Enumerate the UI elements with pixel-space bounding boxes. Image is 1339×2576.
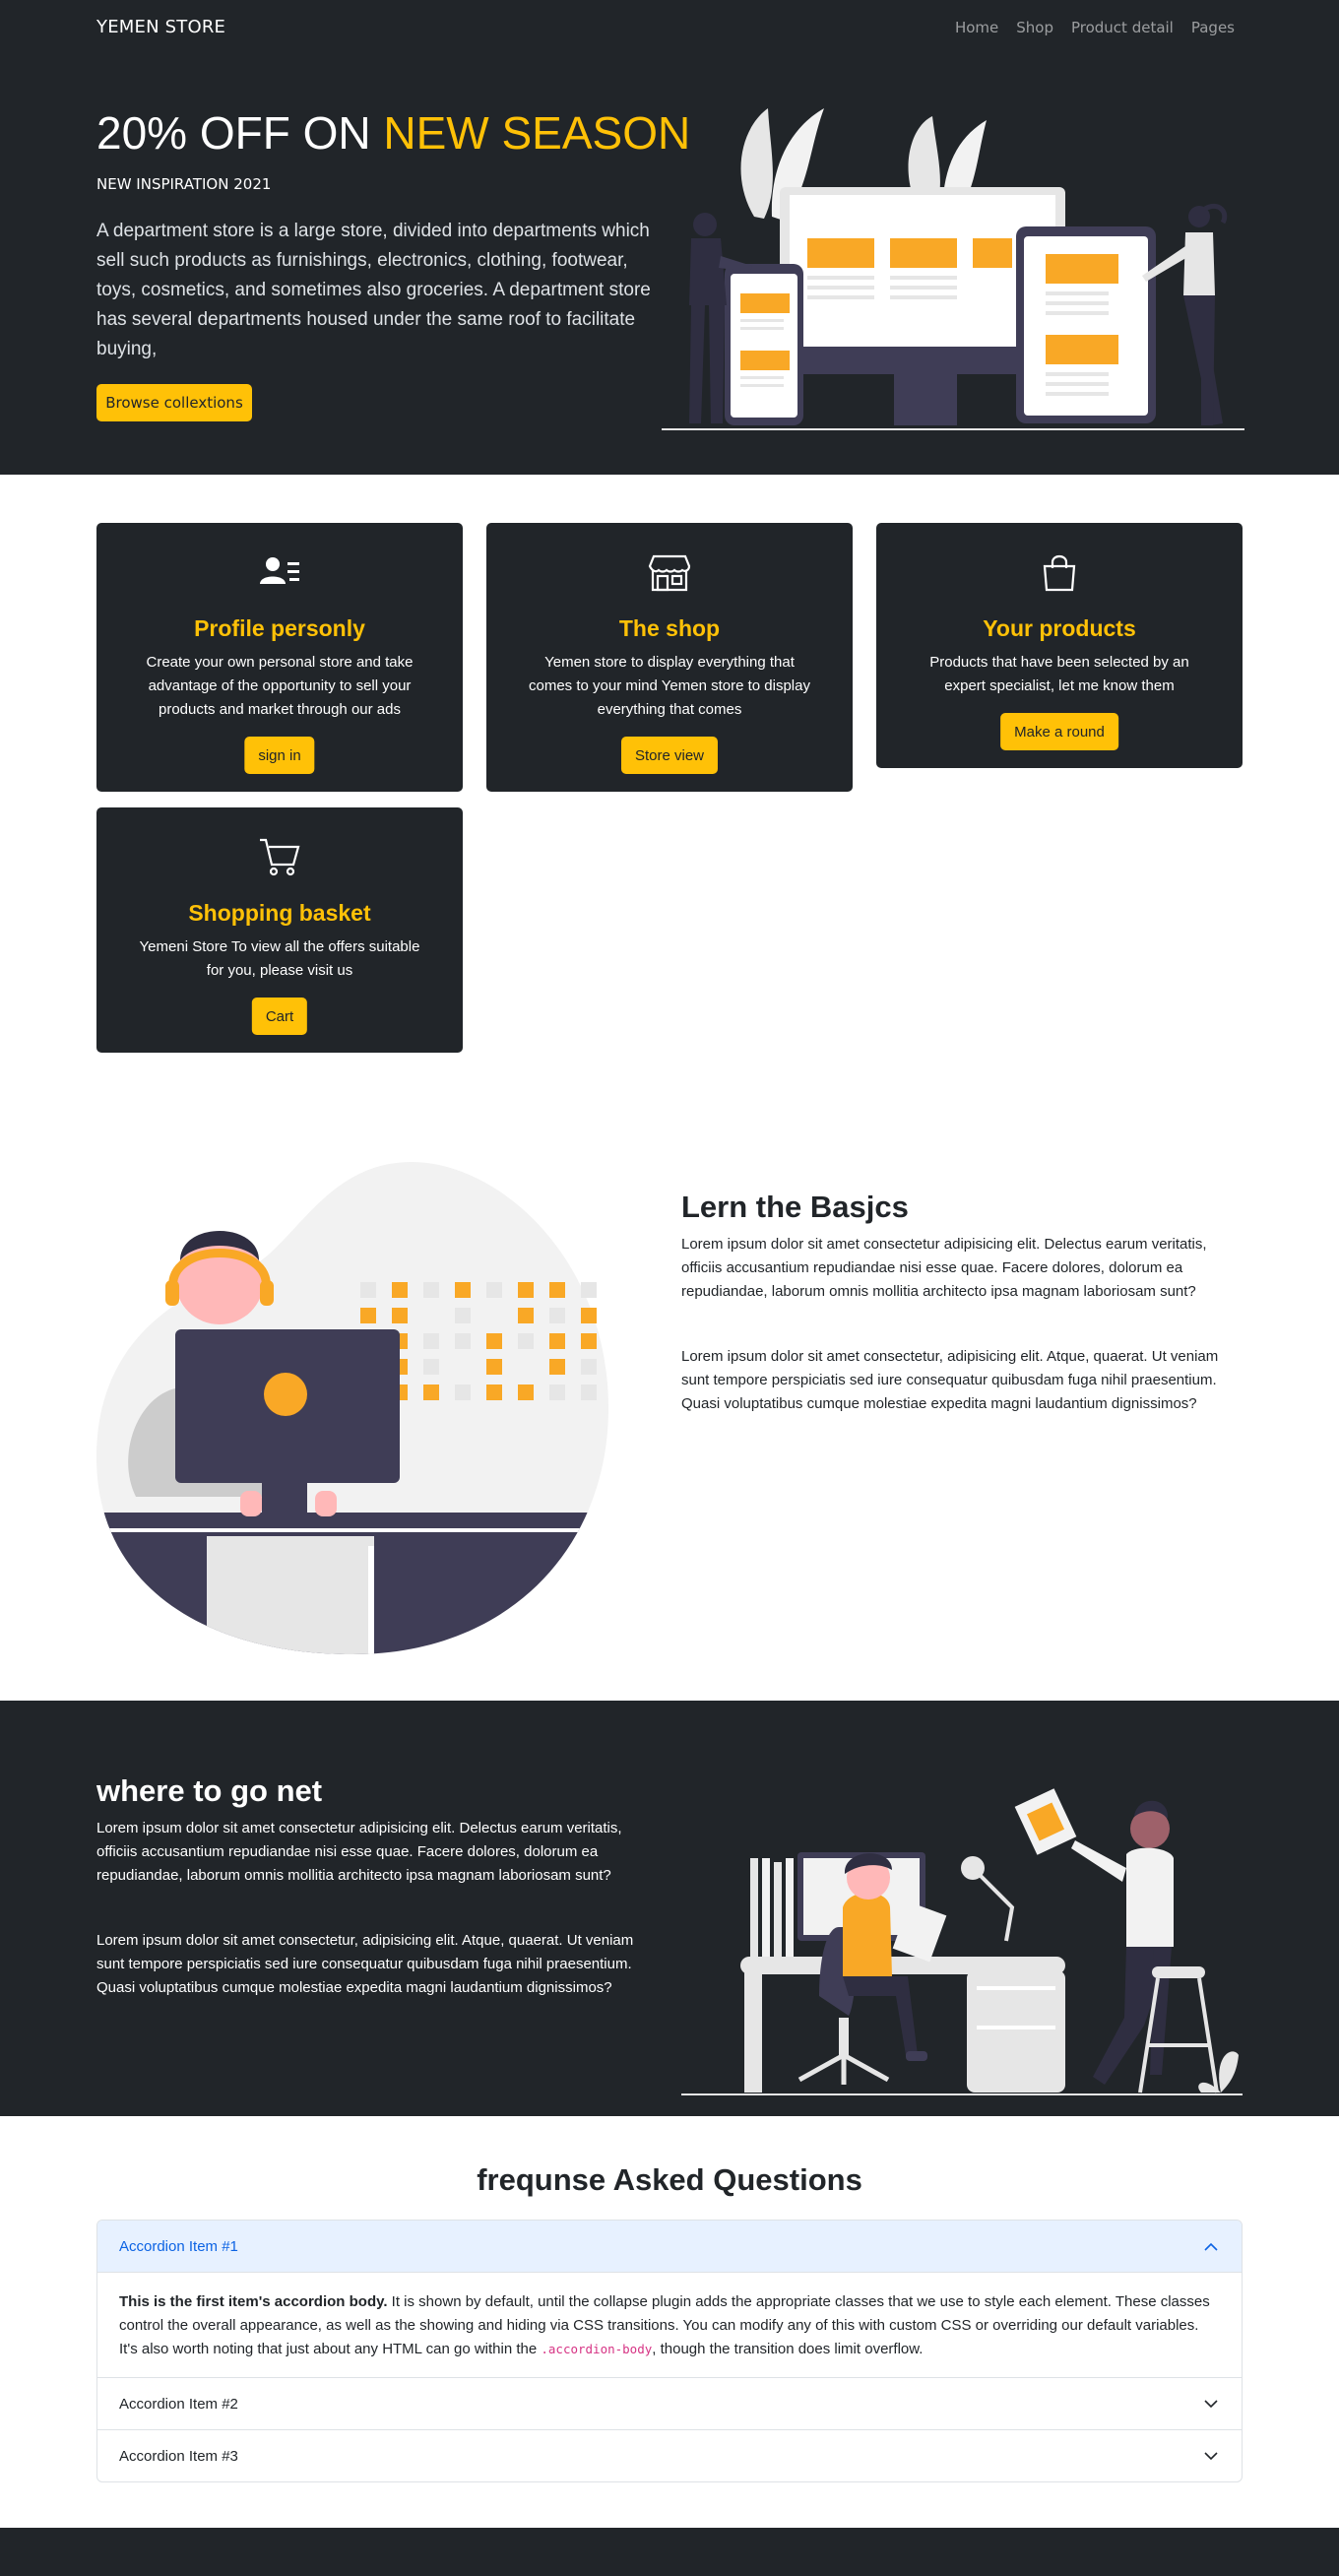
- browse-collections-button[interactable]: Browse collextions: [96, 384, 252, 421]
- card-title: Profile personly: [194, 615, 365, 641]
- accordion-item-2-header[interactable]: Accordion Item #2: [97, 2377, 1242, 2429]
- where-paragraph-2: Lorem ipsum dolor sit amet consectetur, …: [96, 1932, 634, 1996]
- card-profile: Profile personly Create your own persona…: [96, 523, 463, 792]
- hero-subtitle: NEW INSPIRATION 2021: [96, 175, 272, 193]
- faq-title: frequnse Asked Questions: [477, 2162, 862, 2197]
- learn-title: Lern the Basjcs: [681, 1190, 909, 1224]
- faq-accordion: Accordion Item #1 This is the first item…: [96, 2220, 1243, 2482]
- nav-link-home[interactable]: Home: [955, 19, 998, 36]
- office-teamwork-illustration: [681, 1788, 1243, 2095]
- hero-description: A department store is a large store, div…: [96, 221, 651, 359]
- hero-title-highlight: NEW SEASON: [383, 107, 691, 159]
- cart-button[interactable]: Cart: [251, 998, 308, 1035]
- learn-paragraph-2: Lorem ipsum dolor sit amet consectetur, …: [681, 1348, 1219, 1412]
- nav-link-pages[interactable]: Pages: [1191, 19, 1235, 36]
- learn-paragraph-1: Lorem ipsum dolor sit amet consectetur a…: [681, 1236, 1207, 1300]
- card-basket: Shopping basket Yemeni Store To view all…: [96, 807, 463, 1053]
- nav-link-shop[interactable]: Shop: [1016, 19, 1053, 36]
- hero-title-prefix: 20% OFF ON: [96, 107, 371, 159]
- card-text: Products that have been selected by an e…: [929, 654, 1189, 694]
- hero-title: 20% OFF ON NEW SEASON: [96, 108, 690, 159]
- person-at-computer-illustration: [96, 1162, 608, 1654]
- where-title: where to go net: [96, 1773, 323, 1808]
- chevron-up-icon: [1204, 2242, 1218, 2251]
- user-list-icon: [260, 557, 299, 584]
- accordion-item-label: Accordion Item #1: [119, 2238, 238, 2255]
- accordion-item-1-body: This is the first item's accordion body.…: [97, 2273, 1242, 2377]
- accordion-body-code: .accordion-body: [541, 2342, 653, 2356]
- chevron-down-icon: [1204, 2400, 1218, 2409]
- bag-icon: [1043, 554, 1076, 592]
- card-text: Yemen store to display everything that c…: [529, 654, 810, 718]
- card-shop: The shop Yemen store to display everythi…: [486, 523, 853, 792]
- brand-logo[interactable]: YEMEN STORE: [96, 17, 225, 37]
- shop-icon: [648, 554, 691, 592]
- cart-icon: [260, 838, 300, 876]
- where-section: where to go net Lorem ipsum dolor sit am…: [0, 1701, 1339, 2116]
- card-title: Your products: [983, 615, 1136, 641]
- accordion-item-1-header[interactable]: Accordion Item #1: [97, 2221, 1242, 2273]
- accordion-item-label: Accordion Item #3: [119, 2447, 238, 2465]
- make-a-round-button[interactable]: Make a round: [1000, 713, 1118, 750]
- store-view-button[interactable]: Store view: [620, 737, 719, 774]
- shopping-devices-illustration: [662, 108, 1244, 430]
- hero-section: 20% OFF ON NEW SEASON NEW INSPIRATION 20…: [0, 57, 1339, 475]
- accordion-item-label: Accordion Item #2: [119, 2395, 238, 2413]
- navbar: YEMEN STORE Home Shop Product detail Pag…: [0, 0, 1339, 57]
- where-paragraph-1: Lorem ipsum dolor sit amet consectetur a…: [96, 1820, 622, 1884]
- card-text: Create your own personal store and take …: [146, 654, 414, 718]
- nav-links: Home Shop Product detail Pages: [955, 19, 1235, 36]
- card-title: The shop: [618, 615, 721, 641]
- card-text: Yemeni Store To view all the offers suit…: [139, 938, 420, 979]
- nav-link-product-detail[interactable]: Product detail: [1071, 19, 1174, 36]
- accordion-body-strong: This is the first item's accordion body.: [119, 2293, 388, 2310]
- card-title: Shopping basket: [188, 900, 371, 926]
- sign-in-button[interactable]: sign in: [244, 737, 315, 774]
- accordion-item-3-header[interactable]: Accordion Item #3: [97, 2429, 1242, 2481]
- footer: [0, 2528, 1339, 2576]
- accordion-body-text-2: , though the transition does limit overf…: [652, 2341, 924, 2357]
- card-products: Your products Products that have been se…: [876, 523, 1243, 768]
- chevron-down-icon: [1204, 2452, 1218, 2461]
